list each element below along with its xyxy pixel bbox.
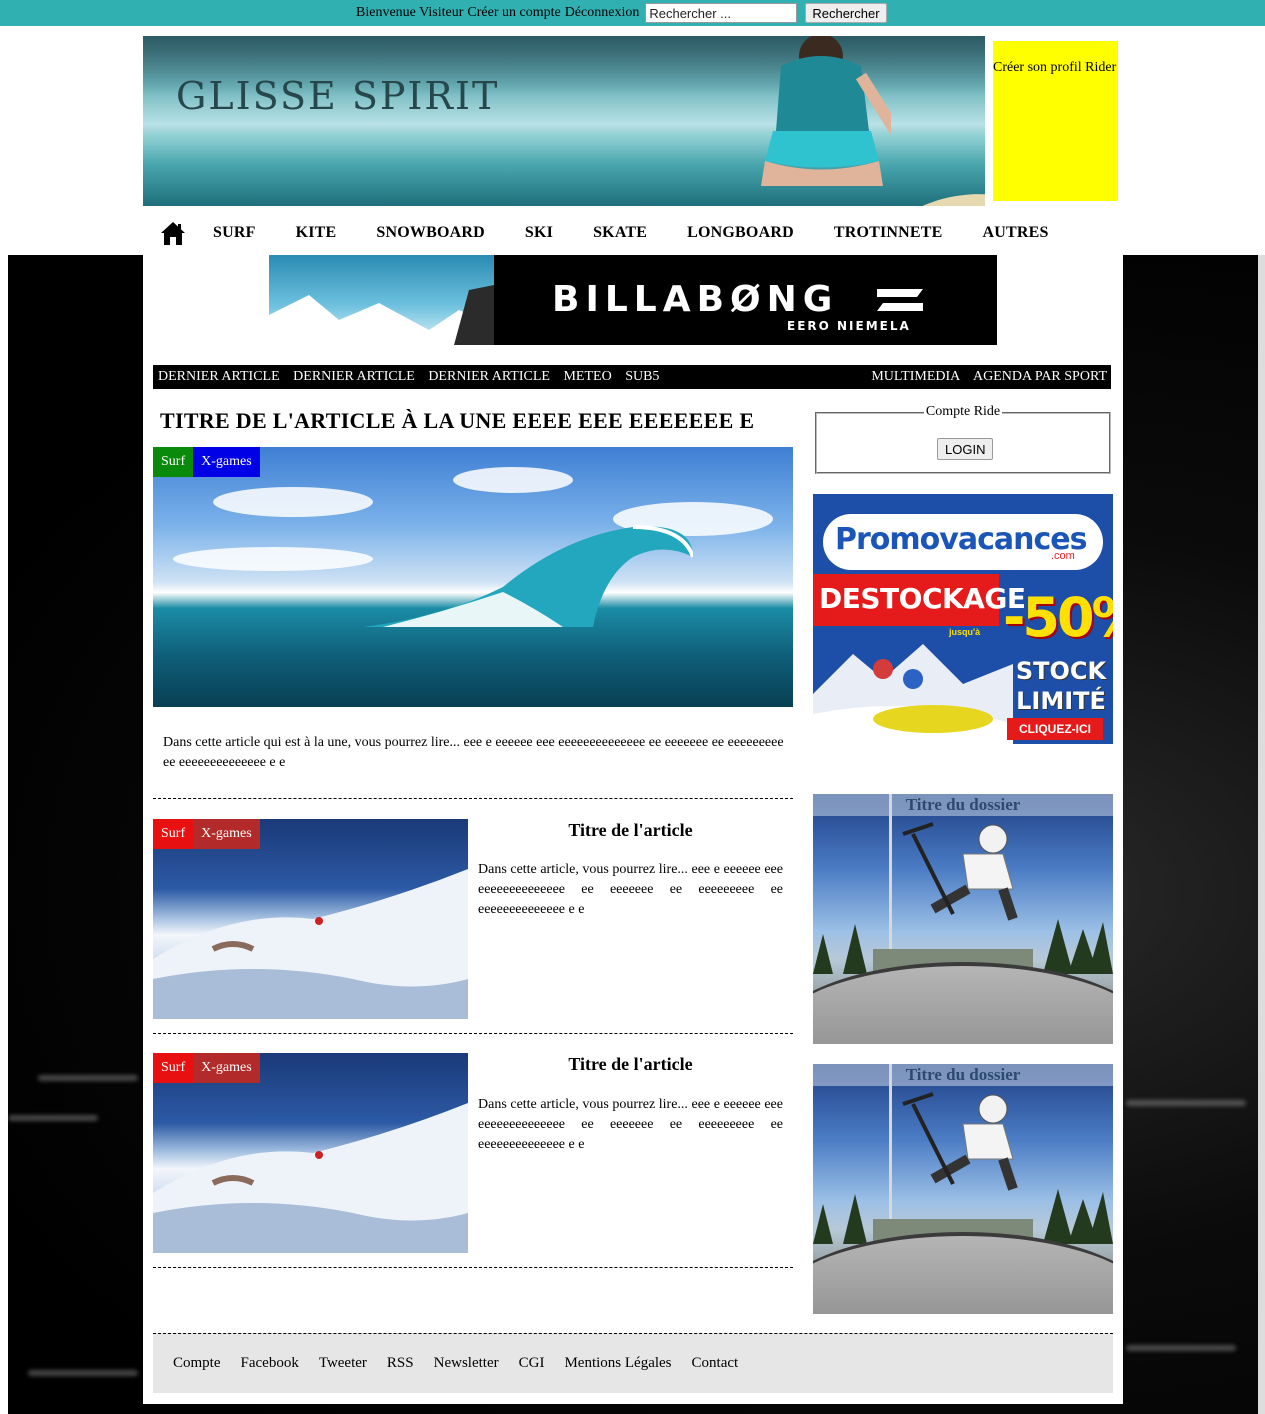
- tag-surf[interactable]: Surf: [153, 447, 194, 477]
- featured-tags: Surf X-games: [153, 447, 260, 477]
- nav-item-skate[interactable]: SKATE: [593, 224, 647, 242]
- promo-brand: Promovacances: [835, 522, 1087, 557]
- bg-streak: [1126, 1100, 1246, 1106]
- wave-shape: [363, 525, 693, 627]
- subnav-item[interactable]: DERNIER ARTICLE: [158, 369, 280, 384]
- article-excerpt: Dans cette article, vous pourrez lire...…: [478, 862, 783, 917]
- footer-link-contact[interactable]: Contact: [692, 1355, 739, 1372]
- cloud: [453, 467, 573, 493]
- billabong-brand: BILLABØNG: [552, 279, 839, 320]
- article-tags: Surf X-games: [153, 1053, 260, 1083]
- footer-link-cgi[interactable]: CGI: [519, 1355, 545, 1372]
- footer-link-facebook[interactable]: Facebook: [241, 1355, 299, 1372]
- footer-link-tweeter[interactable]: Tweeter: [319, 1355, 367, 1372]
- article-image[interactable]: Surf X-games: [153, 819, 468, 1019]
- dossier-card[interactable]: Titre du dossier: [813, 1064, 1113, 1314]
- search-input[interactable]: [645, 3, 798, 23]
- divider: [153, 798, 793, 799]
- tag-surf[interactable]: Surf: [153, 819, 194, 849]
- page-edge: [1258, 255, 1265, 1414]
- home-icon[interactable]: [160, 220, 186, 246]
- promo-domain: .com: [1051, 550, 1075, 562]
- promo-headline: DESTOCKAGE: [813, 574, 1026, 626]
- dossier-title[interactable]: Titre du dossier: [813, 794, 1113, 816]
- footer-link-mentions[interactable]: Mentions Légales: [564, 1355, 671, 1372]
- top-bar: Bienvenue Visiteur Créer un compte Décon…: [0, 0, 1265, 26]
- bg-streak: [8, 1115, 98, 1121]
- footer-link-compte[interactable]: Compte: [173, 1355, 221, 1372]
- article-image[interactable]: Surf X-games: [153, 1053, 468, 1253]
- scooter-rider-image: [902, 1092, 1018, 1191]
- logout-link[interactable]: Déconnexion: [565, 5, 640, 21]
- subnav-item[interactable]: SUB5: [625, 369, 659, 384]
- article-excerpt: Dans cette article, vous pourrez lire...…: [478, 1097, 783, 1152]
- nav-item-kite[interactable]: KITE: [296, 224, 337, 242]
- billabong-sub: EERO NIEMELA: [787, 319, 911, 333]
- create-account-link[interactable]: Créer un compte: [467, 5, 560, 21]
- create-profile-box[interactable]: Créer son profil Rider: [993, 41, 1118, 201]
- tag-surf[interactable]: Surf: [153, 1053, 194, 1083]
- footer-link-newsletter[interactable]: Newsletter: [434, 1355, 499, 1372]
- article-tags: Surf X-games: [153, 819, 260, 849]
- promo-cta-button[interactable]: CLIQUEZ-ICI: [1007, 718, 1103, 740]
- billabong-logo-icon: [877, 289, 923, 311]
- bg-streak: [28, 1370, 138, 1376]
- nav-item-autres[interactable]: AUTRES: [983, 224, 1049, 242]
- site-logo[interactable]: GLISSE SPIRIT: [176, 74, 499, 118]
- dossier-card[interactable]: Titre du dossier: [813, 794, 1113, 1044]
- search-button[interactable]: Rechercher: [805, 3, 887, 23]
- divider: [153, 1267, 793, 1268]
- skate-bowl: [813, 962, 1113, 1044]
- tag-xgames[interactable]: X-games: [193, 1053, 260, 1083]
- nav-item-surf[interactable]: SURF: [213, 224, 256, 242]
- nav-item-ski[interactable]: SKI: [525, 224, 553, 242]
- subnav-item[interactable]: DERNIER ARTICLE: [428, 369, 550, 384]
- dossier-title[interactable]: Titre du dossier: [813, 1064, 1113, 1086]
- surfer-girl-image: [761, 36, 891, 186]
- footer: Compte Facebook Tweeter RSS Newsletter C…: [153, 1333, 1113, 1393]
- subnav-item-agenda[interactable]: AGENDA PAR SPORT: [973, 369, 1107, 384]
- article-title[interactable]: Titre de l'article: [478, 820, 783, 841]
- cloud: [213, 487, 373, 517]
- promo-stock: STOCK LIMITÉ: [1015, 657, 1107, 715]
- subnav-item[interactable]: METEO: [563, 369, 611, 384]
- promovacances-ad[interactable]: Promovacances .com DESTOCKAGE jusqu'à -5…: [813, 494, 1113, 744]
- main-nav: SURF KITE SNOWBOARD SKI SKATE LONGBOARD …: [143, 210, 1123, 255]
- scooter-rider-image: [902, 822, 1018, 921]
- site-banner[interactable]: GLISSE SPIRIT: [143, 36, 985, 206]
- skate-bowl: [813, 1232, 1113, 1314]
- sub-nav: DERNIER ARTICLE DERNIER ARTICLE DERNIER …: [153, 365, 1111, 389]
- divider: [153, 1033, 793, 1034]
- nav-item-longboard[interactable]: LONGBOARD: [687, 224, 794, 242]
- featured-title[interactable]: TITRE DE L'ARTICLE À LA UNE EEEE EEE EEE…: [160, 408, 754, 434]
- cloud: [173, 547, 373, 571]
- subnav-item-multimedia[interactable]: MULTIMEDIA: [871, 369, 960, 384]
- bg-streak: [38, 1075, 138, 1081]
- featured-excerpt: Dans cette article qui est à la une, vou…: [163, 735, 784, 770]
- tag-xgames[interactable]: X-games: [193, 447, 260, 477]
- promo-discount: -50%: [1003, 586, 1113, 649]
- billabong-ad[interactable]: BILLABØNG EERO NIEMELA: [269, 255, 997, 345]
- main-content: BILLABØNG EERO NIEMELA DERNIER ARTICLE D…: [143, 255, 1123, 1404]
- bg-streak: [1126, 1345, 1236, 1351]
- account-legend: Compte Ride: [923, 404, 1003, 419]
- footer-link-rss[interactable]: RSS: [387, 1355, 414, 1372]
- account-box: Compte Ride LOGIN: [815, 404, 1111, 474]
- nav-item-trotinnete[interactable]: TROTINNETE: [834, 224, 943, 242]
- welcome-text: Bienvenue Visiteur: [356, 5, 464, 20]
- ski-scene: [153, 1103, 468, 1253]
- ski-scene: [153, 869, 468, 1019]
- nav-item-snowboard[interactable]: SNOWBOARD: [376, 224, 484, 242]
- tag-xgames[interactable]: X-games: [193, 819, 260, 849]
- subnav-item[interactable]: DERNIER ARTICLE: [293, 369, 415, 384]
- ad-peak-shape: [269, 285, 494, 345]
- login-button[interactable]: LOGIN: [937, 438, 994, 460]
- account-legend: Compte Ride: [817, 404, 1109, 420]
- featured-image[interactable]: Surf X-games: [153, 447, 793, 707]
- article-title[interactable]: Titre de l'article: [478, 1054, 783, 1075]
